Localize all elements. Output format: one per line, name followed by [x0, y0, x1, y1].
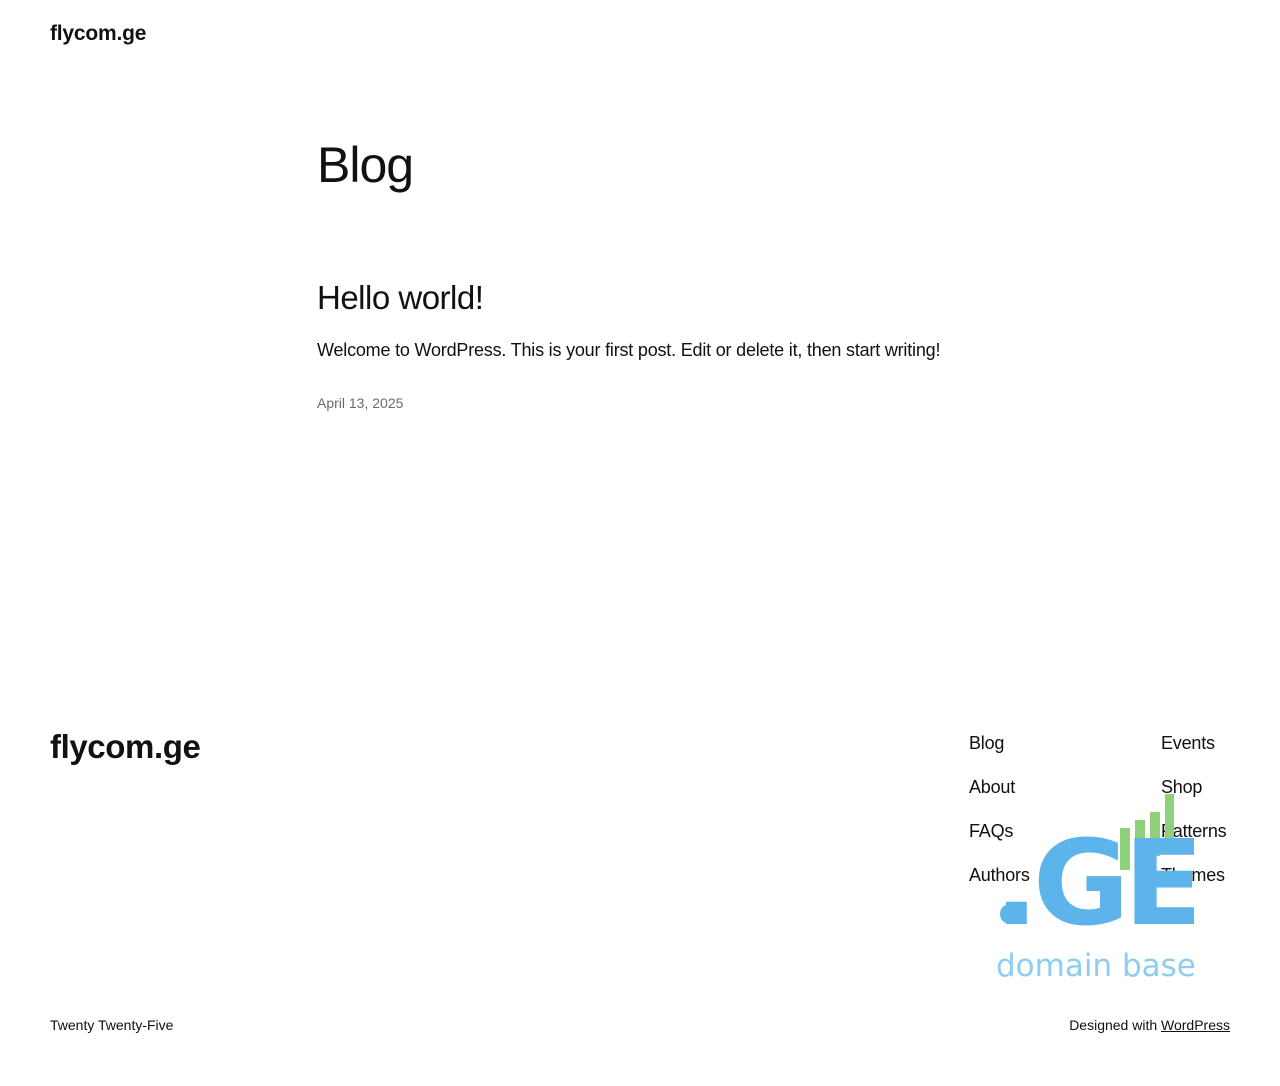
footer-nav-patterns[interactable]: Patterns — [1161, 821, 1227, 841]
designed-with-credit: Designed with WordPress — [1069, 1017, 1230, 1033]
logo-bar-3 — [1150, 812, 1160, 856]
theme-credit: Twenty Twenty-Five — [50, 1017, 174, 1033]
wordpress-link[interactable]: WordPress — [1161, 1017, 1230, 1033]
footer-nav-shop[interactable]: Shop — [1161, 777, 1202, 797]
post-date[interactable]: April 13, 2025 — [317, 395, 403, 411]
footer-nav-themes[interactable]: Themes — [1161, 865, 1225, 885]
logo-bar-2 — [1135, 820, 1145, 864]
logo-bar-1 — [1120, 828, 1130, 870]
post-excerpt: Welcome to WordPress. This is your first… — [317, 340, 941, 360]
post-title-link[interactable]: Hello world! — [317, 279, 484, 317]
logo-tagline: domain base — [996, 948, 1194, 984]
footer-nav-events[interactable]: Events — [1161, 733, 1215, 753]
site-title[interactable]: flycom.ge — [50, 22, 146, 46]
page-title: Blog — [317, 137, 414, 193]
footer-nav-about[interactable]: About — [969, 777, 1015, 797]
footer-nav-column-2: Events Shop Patterns Themes — [1161, 731, 1227, 907]
footer-nav-blog[interactable]: Blog — [969, 733, 1004, 753]
logo-dot — [1000, 904, 1020, 924]
footer-nav-authors[interactable]: Authors — [969, 865, 1030, 885]
designed-with-label: Designed with — [1069, 1017, 1158, 1033]
footer-site-title[interactable]: flycom.ge — [50, 728, 201, 766]
footer-nav-faqs[interactable]: FAQs — [969, 821, 1013, 841]
footer-nav-column-1: Blog About FAQs Authors — [969, 731, 1030, 907]
